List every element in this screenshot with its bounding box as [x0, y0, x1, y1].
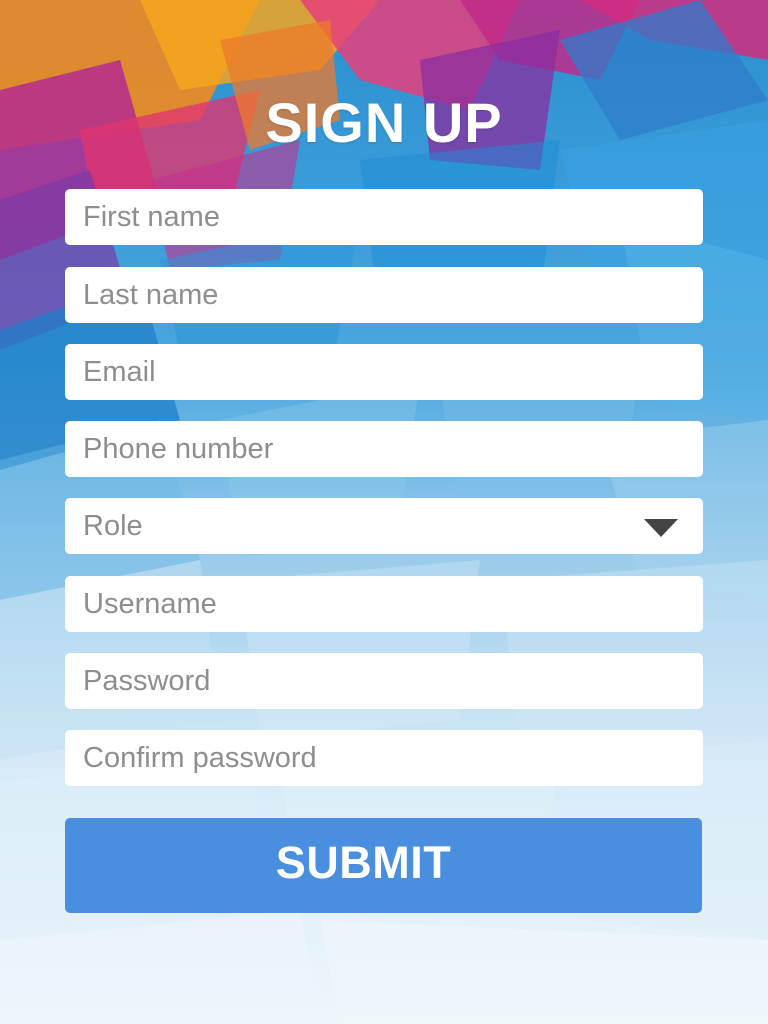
phone-number-input[interactable] — [65, 421, 703, 477]
last-name-field[interactable] — [65, 267, 703, 323]
chevron-down-icon[interactable] — [644, 519, 678, 537]
confirm-password-input[interactable] — [65, 730, 703, 786]
last-name-input[interactable] — [65, 267, 703, 323]
password-field[interactable] — [65, 653, 703, 709]
confirm-password-field[interactable] — [65, 730, 703, 786]
username-input[interactable] — [65, 576, 703, 632]
sign-up-screen: SIGN UP Role SUBMIT — [0, 0, 768, 1024]
page-title: SIGN UP — [265, 91, 503, 154]
email-field[interactable] — [65, 344, 703, 400]
phone-number-field[interactable] — [65, 421, 703, 477]
sign-up-form: SIGN UP Role SUBMIT — [0, 0, 768, 1024]
email-input[interactable] — [65, 344, 703, 400]
first-name-input[interactable] — [65, 189, 703, 245]
password-input[interactable] — [65, 653, 703, 709]
username-field[interactable] — [65, 576, 703, 632]
role-select-value: Role — [83, 510, 143, 542]
role-select[interactable]: Role — [65, 498, 703, 554]
submit-button[interactable]: SUBMIT — [65, 818, 702, 913]
first-name-field[interactable] — [65, 189, 703, 245]
